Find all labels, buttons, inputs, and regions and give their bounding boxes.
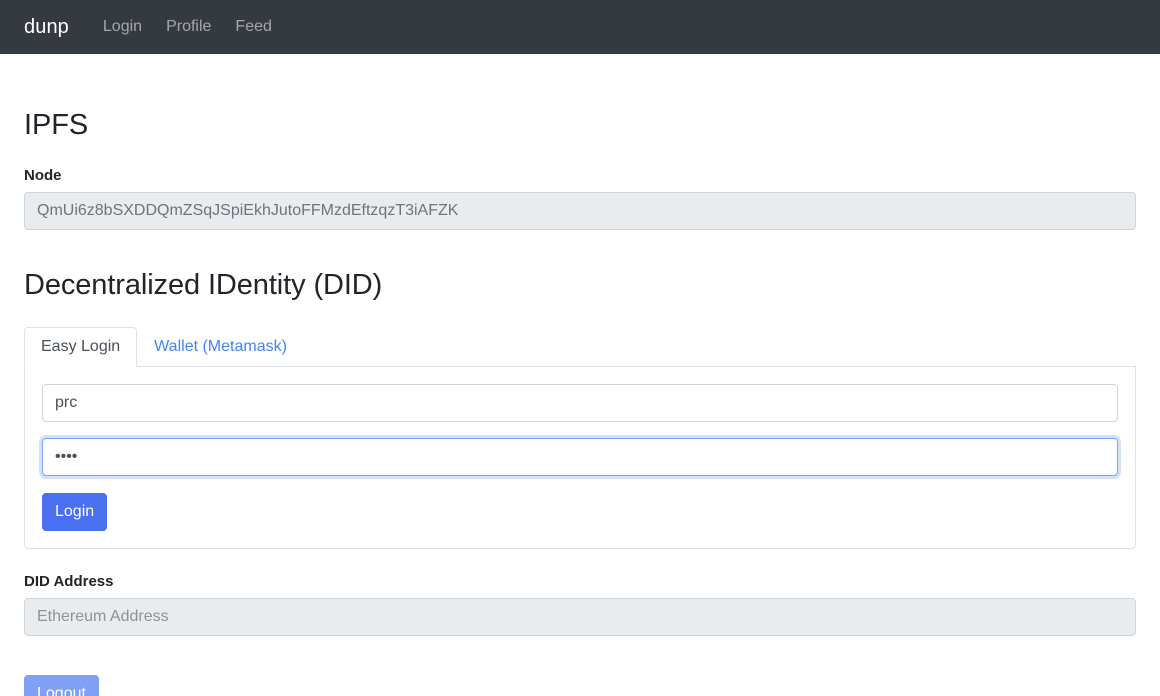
did-address-label: DID Address — [24, 572, 114, 590]
ipfs-heading: IPFS — [24, 109, 89, 141]
password-input[interactable] — [42, 437, 1118, 476]
ipfs-node-input — [24, 191, 1136, 230]
tab-wallet-metamask[interactable]: Wallet (Metamask) — [137, 327, 304, 367]
navbar-brand[interactable]: dunp — [24, 17, 69, 37]
did-tab-list: Easy Login Wallet (Metamask) — [24, 325, 1136, 367]
username-input[interactable] — [42, 383, 1118, 422]
logout-button[interactable]: Logout — [24, 674, 99, 696]
did-heading: Decentralized IDentity (DID) — [24, 268, 383, 301]
tab-easy-login[interactable]: Easy Login — [24, 326, 138, 367]
node-label: Node — [24, 166, 62, 184]
logout-row: Logout — [24, 658, 1136, 696]
nav-link-feed[interactable]: Feed — [223, 19, 283, 35]
main-content: IPFS Node Decentralized IDentity (DID) E… — [0, 54, 1160, 696]
did-address-input — [24, 597, 1136, 636]
did-tabs-section: Easy Login Wallet (Metamask) Login — [24, 325, 1136, 549]
easy-login-panel: Login — [24, 366, 1136, 549]
login-button[interactable]: Login — [42, 492, 108, 531]
nav-link-login[interactable]: Login — [91, 19, 154, 35]
navbar-links: Login Profile Feed — [91, 19, 284, 35]
top-navbar: dunp Login Profile Feed — [0, 0, 1160, 54]
nav-link-profile[interactable]: Profile — [154, 19, 223, 35]
